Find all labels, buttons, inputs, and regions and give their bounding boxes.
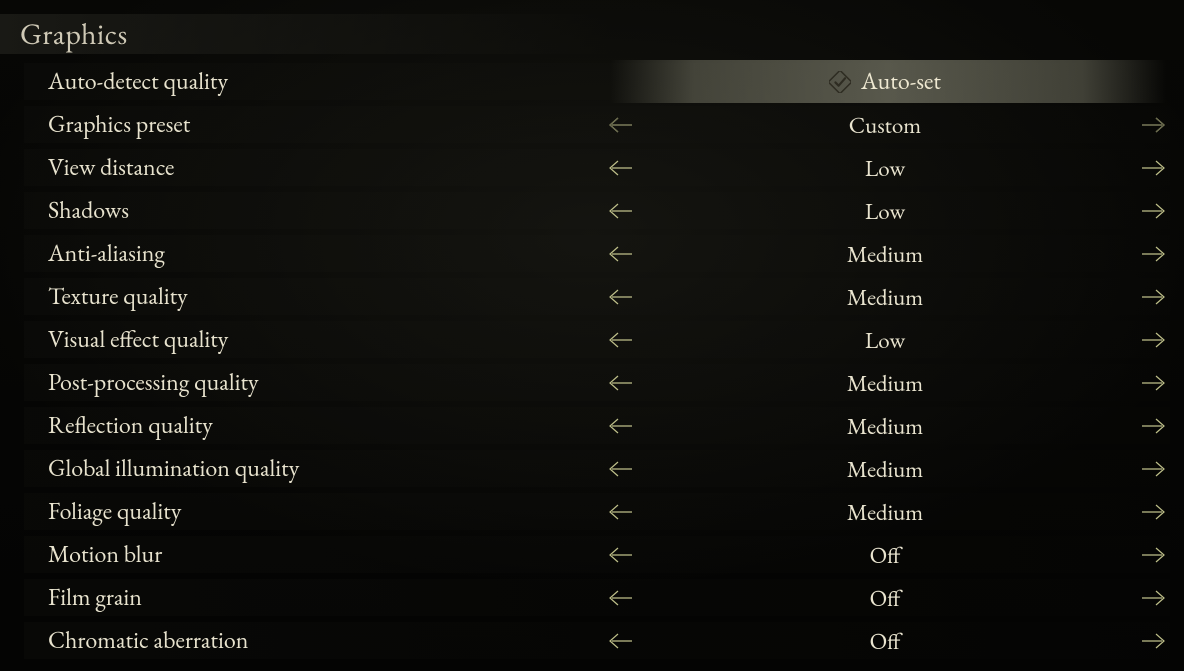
settings-rows: Auto-detect quality Auto-set Graphics pr… (0, 60, 1170, 662)
arrow-left-icon[interactable] (604, 113, 636, 137)
row-value: Medium (785, 411, 985, 441)
row-value: Off (785, 540, 985, 570)
checkbox-icon (829, 71, 851, 93)
row-label: Global illumination quality (48, 453, 299, 484)
arrow-right-icon[interactable] (1138, 543, 1170, 567)
autoset-button[interactable]: Auto-set (600, 60, 1170, 103)
row-label: Foliage quality (48, 496, 181, 527)
row-label: Reflection quality (48, 410, 213, 441)
row-global-illumination-quality[interactable]: Global illumination quality Medium (0, 447, 1170, 490)
row-reflection-quality[interactable]: Reflection quality Medium (0, 404, 1170, 447)
row-label: Chromatic aberration (48, 625, 248, 656)
row-value: Custom (785, 110, 985, 140)
arrow-left-icon[interactable] (604, 328, 636, 352)
row-value: Medium (785, 239, 985, 269)
arrow-left-icon[interactable] (604, 199, 636, 223)
row-value: Low (785, 153, 985, 183)
arrow-right-icon[interactable] (1138, 156, 1170, 180)
value-area: Custom (600, 103, 1170, 146)
arrow-left-icon[interactable] (604, 156, 636, 180)
value-area: Medium (600, 232, 1170, 275)
arrow-right-icon[interactable] (1138, 113, 1170, 137)
row-value: Medium (785, 497, 985, 527)
row-motion-blur[interactable]: Motion blur Off (0, 533, 1170, 576)
value-area: Medium (600, 404, 1170, 447)
row-shadows[interactable]: Shadows Low (0, 189, 1170, 232)
row-value: Medium (785, 368, 985, 398)
arrow-right-icon[interactable] (1138, 371, 1170, 395)
value-area: Medium (600, 447, 1170, 490)
row-label: Motion blur (48, 539, 162, 570)
value-area: Off (600, 619, 1170, 662)
arrow-left-icon[interactable] (604, 414, 636, 438)
value-area: Medium (600, 275, 1170, 318)
arrow-left-icon[interactable] (604, 242, 636, 266)
row-label: Film grain (48, 582, 142, 613)
arrow-right-icon[interactable] (1138, 414, 1170, 438)
value-area: Low (600, 146, 1170, 189)
arrow-left-icon[interactable] (604, 285, 636, 309)
row-foliage-quality[interactable]: Foliage quality Medium (0, 490, 1170, 533)
row-chromatic-aberration[interactable]: Chromatic aberration Off (0, 619, 1170, 662)
arrow-right-icon[interactable] (1138, 328, 1170, 352)
row-visual-effect-quality[interactable]: Visual effect quality Low (0, 318, 1170, 361)
row-view-distance[interactable]: View distance Low (0, 146, 1170, 189)
section-title: Graphics (20, 14, 128, 53)
row-value: Low (785, 196, 985, 226)
arrow-left-icon[interactable] (604, 586, 636, 610)
arrow-left-icon[interactable] (604, 371, 636, 395)
arrow-left-icon[interactable] (604, 457, 636, 481)
value-area: Low (600, 318, 1170, 361)
row-label: Post-processing quality (48, 367, 259, 398)
settings-screen: Graphics Auto-detect quality Auto-set Gr… (0, 0, 1184, 671)
arrow-right-icon[interactable] (1138, 629, 1170, 653)
value-area: Medium (600, 361, 1170, 404)
arrow-left-icon[interactable] (604, 543, 636, 567)
row-value: Medium (785, 454, 985, 484)
row-film-grain[interactable]: Film grain Off (0, 576, 1170, 619)
arrow-right-icon[interactable] (1138, 242, 1170, 266)
row-post-processing-quality[interactable]: Post-processing quality Medium (0, 361, 1170, 404)
row-label: Shadows (48, 195, 129, 226)
row-value: Medium (785, 282, 985, 312)
value-area: Off (600, 576, 1170, 619)
row-value: Low (785, 325, 985, 355)
arrow-right-icon[interactable] (1138, 500, 1170, 524)
row-value: Off (785, 583, 985, 613)
value-area: Medium (600, 490, 1170, 533)
row-label: Visual effect quality (48, 324, 228, 355)
row-label: Anti-aliasing (48, 238, 165, 269)
arrow-right-icon[interactable] (1138, 457, 1170, 481)
arrow-left-icon[interactable] (604, 629, 636, 653)
row-texture-quality[interactable]: Texture quality Medium (0, 275, 1170, 318)
autoset-label: Auto-set (861, 66, 941, 97)
arrow-left-icon[interactable] (604, 500, 636, 524)
row-anti-aliasing[interactable]: Anti-aliasing Medium (0, 232, 1170, 275)
arrow-right-icon[interactable] (1138, 285, 1170, 309)
row-label: Auto-detect quality (48, 66, 228, 97)
row-graphics-preset[interactable]: Graphics preset Custom (0, 103, 1170, 146)
arrow-right-icon[interactable] (1138, 586, 1170, 610)
row-label: Texture quality (48, 281, 188, 312)
arrow-right-icon[interactable] (1138, 199, 1170, 223)
row-label: Graphics preset (48, 109, 190, 140)
value-area: Low (600, 189, 1170, 232)
row-label: View distance (48, 152, 174, 183)
value-area: Off (600, 533, 1170, 576)
row-auto-detect-quality[interactable]: Auto-detect quality Auto-set (0, 60, 1170, 103)
row-value: Off (785, 626, 985, 656)
